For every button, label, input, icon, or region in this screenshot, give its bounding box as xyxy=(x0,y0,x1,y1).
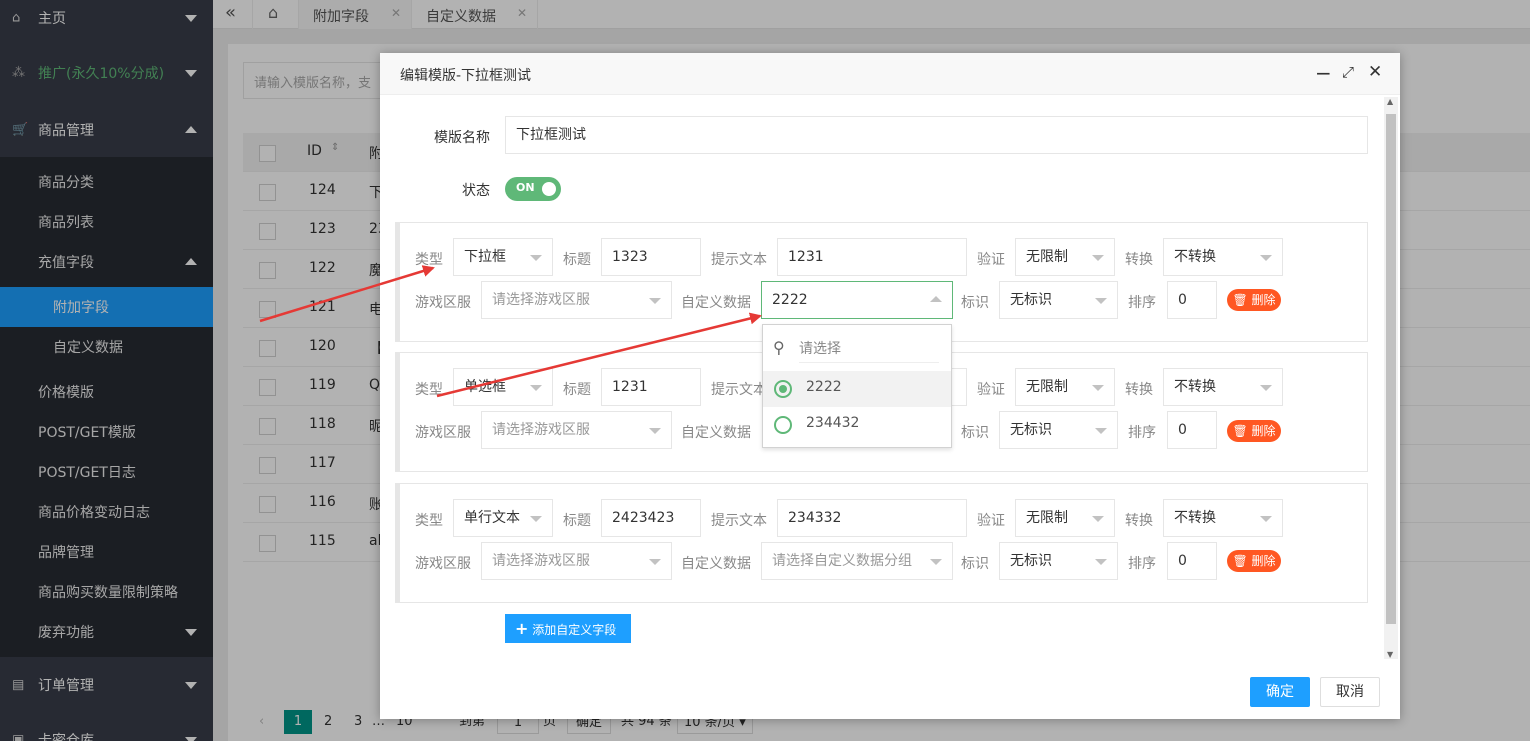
mark-select[interactable]: 无标识 xyxy=(999,411,1118,449)
dropdown-search-input[interactable]: 请选择 xyxy=(799,337,939,363)
delete-button[interactable]: 🗑 删除 xyxy=(1227,289,1281,311)
title-input[interactable]: 1323 xyxy=(601,238,701,276)
verify-select[interactable]: 无限制 xyxy=(1015,499,1115,537)
radio-checked-icon xyxy=(774,380,792,398)
radio-unchecked-icon xyxy=(774,416,792,434)
delete-button[interactable]: 🗑 删除 xyxy=(1227,550,1281,572)
convert-select[interactable]: 不转换 xyxy=(1163,368,1283,406)
game-area-select[interactable]: 请选择游戏区服 xyxy=(481,542,672,580)
type-select[interactable]: 单选框 xyxy=(453,368,553,406)
game-area-select[interactable]: 请选择游戏区服 xyxy=(481,281,672,319)
custom-data-select[interactable]: 请选择自定义数据分组 xyxy=(761,542,953,580)
verify-select[interactable]: 无限制 xyxy=(1015,238,1115,276)
sort-input[interactable]: 0 xyxy=(1167,411,1217,449)
edit-template-modal: 编辑模版-下拉框测试 − ⤢ ✕ 模版名称 下拉框测试 状态 ON 类型 下拉框… xyxy=(380,53,1400,719)
template-name-input[interactable]: 下拉框测试 xyxy=(505,116,1368,154)
scroll-down-icon[interactable]: ▼ xyxy=(1387,650,1393,659)
caret-down-icon xyxy=(1092,385,1104,391)
convert-select[interactable]: 不转换 xyxy=(1163,238,1283,276)
title-input[interactable]: 2423423 xyxy=(601,499,701,537)
type-select[interactable]: 下拉框 xyxy=(453,238,553,276)
confirm-button[interactable]: 确定 xyxy=(1250,677,1310,707)
search-icon: ⚲ xyxy=(773,338,785,357)
scroll-up-icon[interactable]: ▲ xyxy=(1387,97,1393,106)
caret-down-icon xyxy=(1095,559,1107,565)
scroll-thumb[interactable] xyxy=(1386,114,1396,624)
cancel-button[interactable]: 取消 xyxy=(1320,677,1380,707)
hint-input[interactable]: 1231 xyxy=(777,238,967,276)
minimize-icon[interactable]: − xyxy=(1315,61,1332,85)
caret-down-icon xyxy=(530,385,542,391)
modal-title: 编辑模版-下拉框测试 xyxy=(400,68,532,84)
caret-down-icon xyxy=(1095,428,1107,434)
caret-down-icon xyxy=(930,559,942,565)
verify-select[interactable]: 无限制 xyxy=(1015,368,1115,406)
add-custom-field-button[interactable]: + 添加自定义字段 xyxy=(505,614,631,643)
caret-down-icon xyxy=(1092,516,1104,522)
dropdown-option[interactable]: 234432 xyxy=(763,407,951,443)
trash-icon: 🗑 xyxy=(1232,554,1248,568)
mark-select[interactable]: 无标识 xyxy=(999,542,1118,580)
caret-up-icon xyxy=(930,296,942,302)
maximize-icon[interactable]: ⤢ xyxy=(1342,63,1354,81)
custom-data-dropdown: ⚲ 请选择 2222 234432 xyxy=(762,324,952,448)
caret-down-icon xyxy=(649,559,661,565)
custom-data-select[interactable]: 2222 xyxy=(761,281,953,319)
sort-input[interactable]: 0 xyxy=(1167,281,1217,319)
modal-scrollbar[interactable]: ▲ ▼ xyxy=(1384,97,1398,659)
close-icon[interactable]: ✕ xyxy=(1368,62,1382,82)
delete-button[interactable]: 🗑 删除 xyxy=(1227,420,1281,442)
caret-down-icon xyxy=(1092,255,1104,261)
game-area-select[interactable]: 请选择游戏区服 xyxy=(481,411,672,449)
caret-down-icon xyxy=(649,298,661,304)
trash-icon: 🗑 xyxy=(1232,293,1248,307)
caret-down-icon xyxy=(1260,516,1272,522)
plus-icon: + xyxy=(515,619,529,638)
trash-icon: 🗑 xyxy=(1232,424,1248,438)
hint-input[interactable]: 234332 xyxy=(777,499,967,537)
caret-down-icon xyxy=(649,428,661,434)
dropdown-option[interactable]: 2222 xyxy=(763,371,951,407)
status-toggle[interactable]: ON xyxy=(505,177,561,201)
title-input[interactable]: 1231 xyxy=(601,368,701,406)
type-select[interactable]: 单行文本 xyxy=(453,499,553,537)
mark-select[interactable]: 无标识 xyxy=(999,281,1118,319)
caret-down-icon xyxy=(530,516,542,522)
modal-header: 编辑模版-下拉框测试 − ⤢ ✕ xyxy=(380,53,1400,95)
caret-down-icon xyxy=(1260,255,1272,261)
caret-down-icon xyxy=(1095,298,1107,304)
sort-input[interactable]: 0 xyxy=(1167,542,1217,580)
caret-down-icon xyxy=(530,255,542,261)
caret-down-icon xyxy=(1260,385,1272,391)
convert-select[interactable]: 不转换 xyxy=(1163,499,1283,537)
